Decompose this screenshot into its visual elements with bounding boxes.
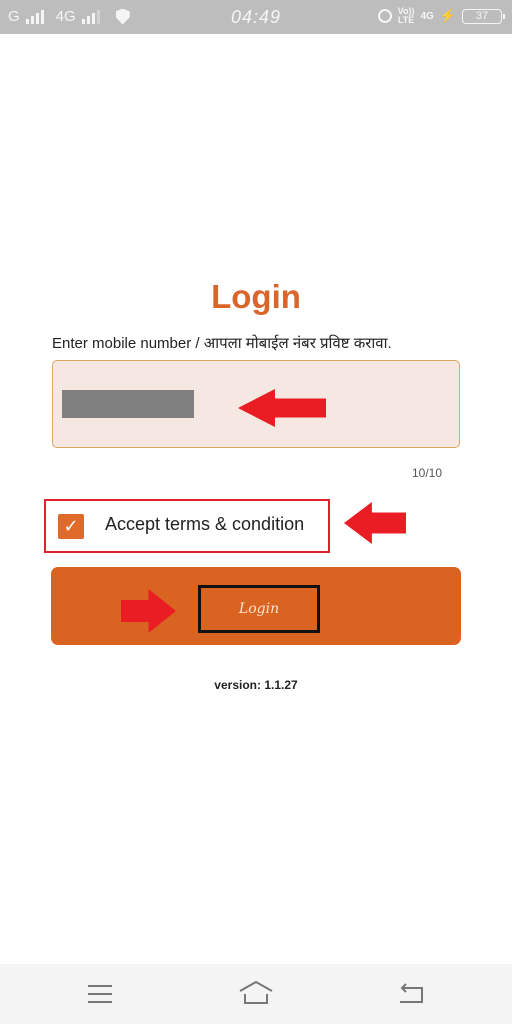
- back-icon[interactable]: [398, 982, 426, 1006]
- network-type-data: 4G: [420, 10, 434, 22]
- menu-icon[interactable]: [88, 985, 112, 1003]
- status-bar: G 4G 04:49 Vo)) LTE 4G ⚡ 37: [0, 0, 512, 34]
- character-counter: 10/10: [411, 466, 442, 480]
- login-button[interactable]: Login: [51, 567, 461, 645]
- app-version: version: 1.1.27: [214, 678, 298, 692]
- checkmark-icon: ✓: [63, 515, 79, 537]
- volte-icon: Vo)) LTE: [398, 7, 415, 25]
- redacted-phone-number: [62, 390, 194, 418]
- page-title: Login: [211, 278, 301, 315]
- navigation-bar: [0, 964, 512, 1024]
- lte-label: LTE: [397, 15, 415, 25]
- status-right: Vo)) LTE 4G ⚡ 37: [377, 7, 505, 25]
- annotation-arrow-left-icon: [344, 502, 406, 544]
- annotation-arrow-left-icon: [238, 389, 326, 427]
- battery-level: 37: [475, 10, 489, 22]
- battery-icon: 37: [462, 8, 505, 24]
- terms-label[interactable]: Accept terms & condition: [105, 514, 304, 535]
- alarm-icon: [377, 9, 392, 23]
- home-icon[interactable]: [238, 980, 274, 1006]
- mobile-number-input[interactable]: [52, 360, 460, 448]
- annotation-highlight-box: Login: [198, 585, 320, 633]
- login-button-label: Login: [238, 601, 280, 617]
- annotation-arrow-right-icon: [121, 589, 176, 633]
- terms-checkbox[interactable]: ✓: [58, 514, 84, 539]
- mobile-number-label: Enter mobile number / आपला मोबाईल नंबर प…: [52, 335, 392, 352]
- charging-icon: ⚡: [439, 8, 456, 23]
